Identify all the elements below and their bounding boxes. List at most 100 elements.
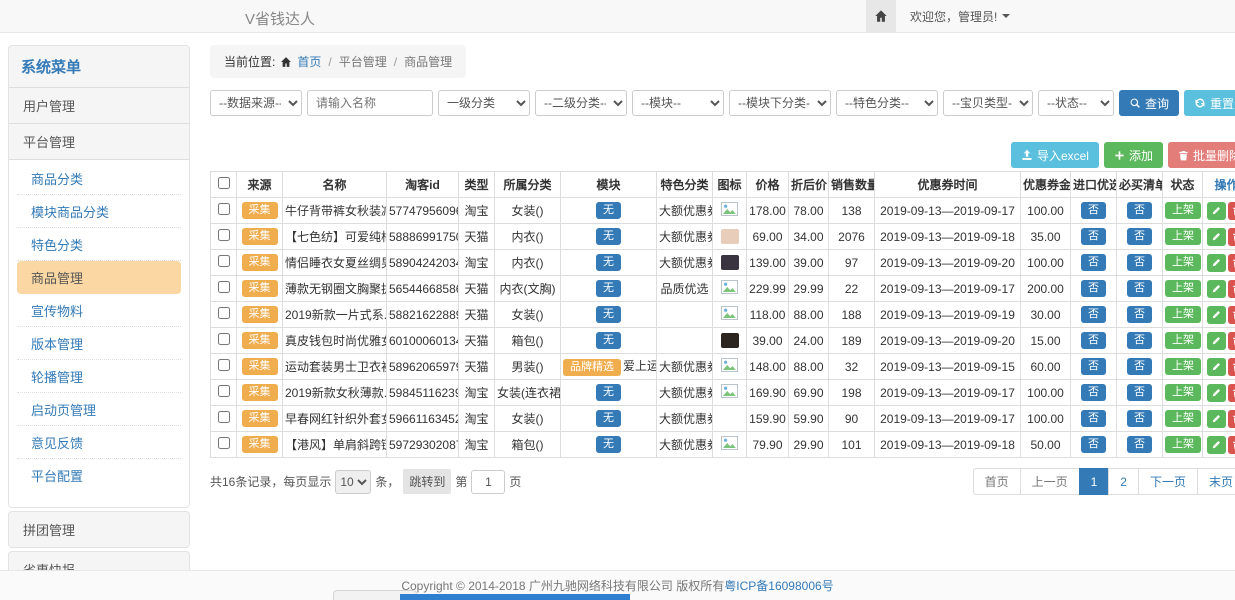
pager-button-末页[interactable]: 末页 [1197,468,1235,495]
status-badge[interactable]: 上架 [1165,228,1201,245]
pager-button-首页[interactable]: 首页 [973,468,1021,495]
must-buy-toggle-badge[interactable]: 否 [1127,332,1152,349]
status-badge[interactable]: 上架 [1165,410,1201,427]
sidebar-item-宣传物料[interactable]: 宣传物料 [17,294,181,327]
import-excel-button[interactable]: 导入excel [1011,142,1099,168]
pager-button-下一页[interactable]: 下一页 [1138,468,1198,495]
sidebar-group-拼团管理[interactable]: 拼团管理 [8,511,190,548]
user-menu[interactable]: 欢迎您，管理员! [910,8,1010,25]
delete-button[interactable] [1228,384,1235,402]
sidebar-item-商品管理[interactable]: 商品管理 [17,261,181,294]
sidebar-item-商品分类[interactable]: 商品分类 [17,162,181,195]
filter-select-2[interactable]: 一级分类 [438,90,530,116]
row-checkbox[interactable] [218,203,230,215]
edit-button[interactable] [1207,254,1226,272]
delete-button[interactable] [1228,280,1235,298]
status-badge[interactable]: 上架 [1165,254,1201,271]
sidebar-item-启动页管理[interactable]: 启动页管理 [17,393,181,426]
row-checkbox[interactable] [218,385,230,397]
page-size-select[interactable]: 10 [335,470,371,494]
icp-link[interactable]: 粤ICP备16098006号 [724,577,833,594]
edit-button[interactable] [1207,384,1226,402]
must-buy-toggle-badge[interactable]: 否 [1127,228,1152,245]
status-badge[interactable]: 上架 [1165,384,1201,401]
delete-button[interactable] [1228,410,1235,428]
must-buy-toggle-badge[interactable]: 否 [1127,280,1152,297]
must-buy-toggle-badge[interactable]: 否 [1127,384,1152,401]
reset-button[interactable]: 重置 [1184,90,1235,116]
edit-button[interactable] [1207,358,1226,376]
sidebar-item-平台配置[interactable]: 平台配置 [17,459,181,491]
row-checkbox[interactable] [218,437,230,449]
import-toggle-badge[interactable]: 否 [1081,228,1106,245]
pager-button-1[interactable]: 1 [1079,468,1110,495]
status-badge[interactable]: 上架 [1165,358,1201,375]
import-toggle-badge[interactable]: 否 [1081,358,1106,375]
add-button[interactable]: 添加 [1104,142,1163,168]
import-toggle-badge[interactable]: 否 [1081,410,1106,427]
row-checkbox[interactable] [218,359,230,371]
delete-button[interactable] [1228,228,1235,246]
filter-select-4[interactable]: --模块-- [632,90,724,116]
status-badge[interactable]: 上架 [1165,306,1201,323]
status-badge[interactable]: 上架 [1165,280,1201,297]
must-buy-toggle-badge[interactable]: 否 [1127,358,1152,375]
must-buy-toggle-badge[interactable]: 否 [1127,254,1152,271]
row-checkbox[interactable] [218,255,230,267]
row-checkbox[interactable] [218,411,230,423]
must-buy-toggle-badge[interactable]: 否 [1127,202,1152,219]
row-checkbox[interactable] [218,229,230,241]
filter-select-6[interactable]: --特色分类-- [836,90,938,116]
select-all-checkbox[interactable] [218,177,230,189]
status-badge[interactable]: 上架 [1165,332,1201,349]
jump-page-input[interactable] [471,470,505,494]
breadcrumb-home-link[interactable]: 首页 [297,53,321,70]
sidebar-item-模块商品分类[interactable]: 模块商品分类 [17,195,181,228]
import-toggle-badge[interactable]: 否 [1081,254,1106,271]
sidebar-item-版本管理[interactable]: 版本管理 [17,327,181,360]
name-input[interactable] [307,90,433,116]
filter-select-8[interactable]: --状态-- [1038,90,1114,116]
sidebar-group-platform[interactable]: 平台管理 [9,123,189,159]
delete-button[interactable] [1228,436,1235,454]
status-badge[interactable]: 上架 [1165,202,1201,219]
filter-select-1[interactable]: --数据来源-- [210,90,302,116]
edit-button[interactable] [1207,202,1226,220]
import-toggle-badge[interactable]: 否 [1081,306,1106,323]
edit-button[interactable] [1207,436,1226,454]
import-toggle-badge[interactable]: 否 [1081,280,1106,297]
row-checkbox[interactable] [218,281,230,293]
delete-button[interactable] [1228,332,1235,350]
edit-button[interactable] [1207,280,1226,298]
edit-button[interactable] [1207,332,1226,350]
import-toggle-badge[interactable]: 否 [1081,436,1106,453]
filter-select-7[interactable]: --宝贝类型-- [943,90,1033,116]
delete-button[interactable] [1228,306,1235,324]
sidebar-group-users[interactable]: 用户管理 [9,87,189,123]
must-buy-toggle-badge[interactable]: 否 [1127,410,1152,427]
import-toggle-badge[interactable]: 否 [1081,384,1106,401]
delete-button[interactable] [1228,202,1235,220]
status-badge[interactable]: 上架 [1165,436,1201,453]
filter-select-5[interactable]: --模块下分类-- [729,90,831,116]
sidebar-item-轮播管理[interactable]: 轮播管理 [17,360,181,393]
import-toggle-badge[interactable]: 否 [1081,202,1106,219]
jump-button[interactable]: 跳转到 [403,469,451,494]
sidebar-item-意见反馈[interactable]: 意见反馈 [17,426,181,459]
must-buy-toggle-badge[interactable]: 否 [1127,306,1152,323]
import-toggle-badge[interactable]: 否 [1081,332,1106,349]
edit-button[interactable] [1207,306,1226,324]
home-button[interactable] [866,0,896,32]
sidebar-item-特色分类[interactable]: 特色分类 [17,228,181,261]
edit-button[interactable] [1207,228,1226,246]
pager-button-上一页[interactable]: 上一页 [1020,468,1080,495]
row-checkbox[interactable] [218,307,230,319]
edit-button[interactable] [1207,410,1226,428]
delete-button[interactable] [1228,254,1235,272]
batch-delete-button[interactable]: 批量删除 [1168,142,1235,168]
delete-button[interactable] [1228,358,1235,376]
must-buy-toggle-badge[interactable]: 否 [1127,436,1152,453]
filter-select-3[interactable]: --二级分类-- [535,90,627,116]
pager-button-2[interactable]: 2 [1108,468,1139,495]
search-button[interactable]: 查询 [1119,90,1179,116]
